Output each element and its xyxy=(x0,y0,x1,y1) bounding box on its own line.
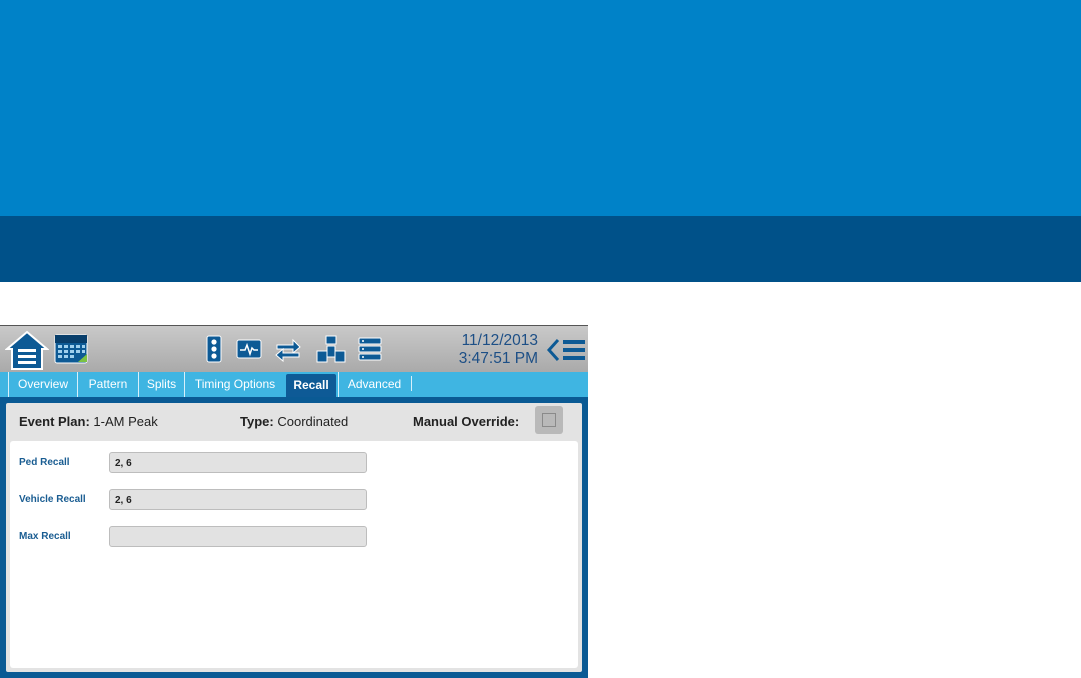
plan-type: Type: Coordinated xyxy=(240,414,348,429)
tab-bar: Overview Pattern Splits Timing Options R… xyxy=(0,372,588,397)
top-banner xyxy=(0,0,1081,216)
menu-icon[interactable] xyxy=(563,339,585,361)
home-icon[interactable] xyxy=(5,329,49,371)
tab-overview[interactable]: Overview xyxy=(8,372,77,397)
vehicle-recall-field[interactable]: 2, 6 xyxy=(109,489,367,510)
tab-advanced[interactable]: Advanced xyxy=(338,372,410,397)
event-plan-label: Event Plan: xyxy=(19,414,90,429)
time-text: 3:47:51 PM xyxy=(458,350,538,367)
tab-recall[interactable]: Recall xyxy=(286,374,336,397)
type-label: Type: xyxy=(240,414,274,429)
recall-panel: Ped Recall 2, 6 Vehicle Recall 2, 6 Max … xyxy=(10,441,578,668)
ped-recall-label: Ped Recall xyxy=(19,457,70,468)
max-recall-field[interactable] xyxy=(109,526,367,547)
controller-app: 11/12/2013 3:47:51 PM Overview Pattern S… xyxy=(0,325,588,678)
manual-override: Manual Override: xyxy=(413,414,519,429)
toolbar: 11/12/2013 3:47:51 PM xyxy=(0,325,588,373)
waveform-icon[interactable] xyxy=(236,335,262,363)
ped-recall-field[interactable]: 2, 6 xyxy=(109,452,367,473)
tab-divider xyxy=(411,376,412,391)
checkbox-square xyxy=(542,413,556,427)
tab-splits[interactable]: Splits xyxy=(138,372,184,397)
event-plan: Event Plan: 1-AM Peak xyxy=(19,414,158,429)
datetime-display: 11/12/2013 3:47:51 PM xyxy=(420,332,538,368)
recall-content: Event Plan: 1-AM Peak Type: Coordinated … xyxy=(6,403,582,672)
event-plan-value: 1-AM Peak xyxy=(93,414,158,429)
traffic-signal-icon[interactable] xyxy=(205,335,223,363)
max-recall-label: Max Recall xyxy=(19,531,71,542)
swap-arrows-icon[interactable] xyxy=(275,335,301,363)
date-text: 11/12/2013 xyxy=(461,332,538,349)
manual-override-checkbox[interactable] xyxy=(535,406,563,434)
calendar-icon[interactable] xyxy=(54,334,88,364)
vehicle-recall-label: Vehicle Recall xyxy=(19,494,86,505)
list-icon[interactable] xyxy=(358,335,382,363)
tab-timing-options[interactable]: Timing Options xyxy=(184,372,285,397)
plan-header: Event Plan: 1-AM Peak Type: Coordinated … xyxy=(6,403,582,441)
type-value: Coordinated xyxy=(277,414,349,429)
network-icon[interactable] xyxy=(316,335,346,363)
tab-pattern[interactable]: Pattern xyxy=(77,372,138,397)
banner-strip xyxy=(0,216,1081,282)
manual-override-label: Manual Override: xyxy=(413,414,520,429)
back-chevron-icon[interactable] xyxy=(545,338,561,362)
